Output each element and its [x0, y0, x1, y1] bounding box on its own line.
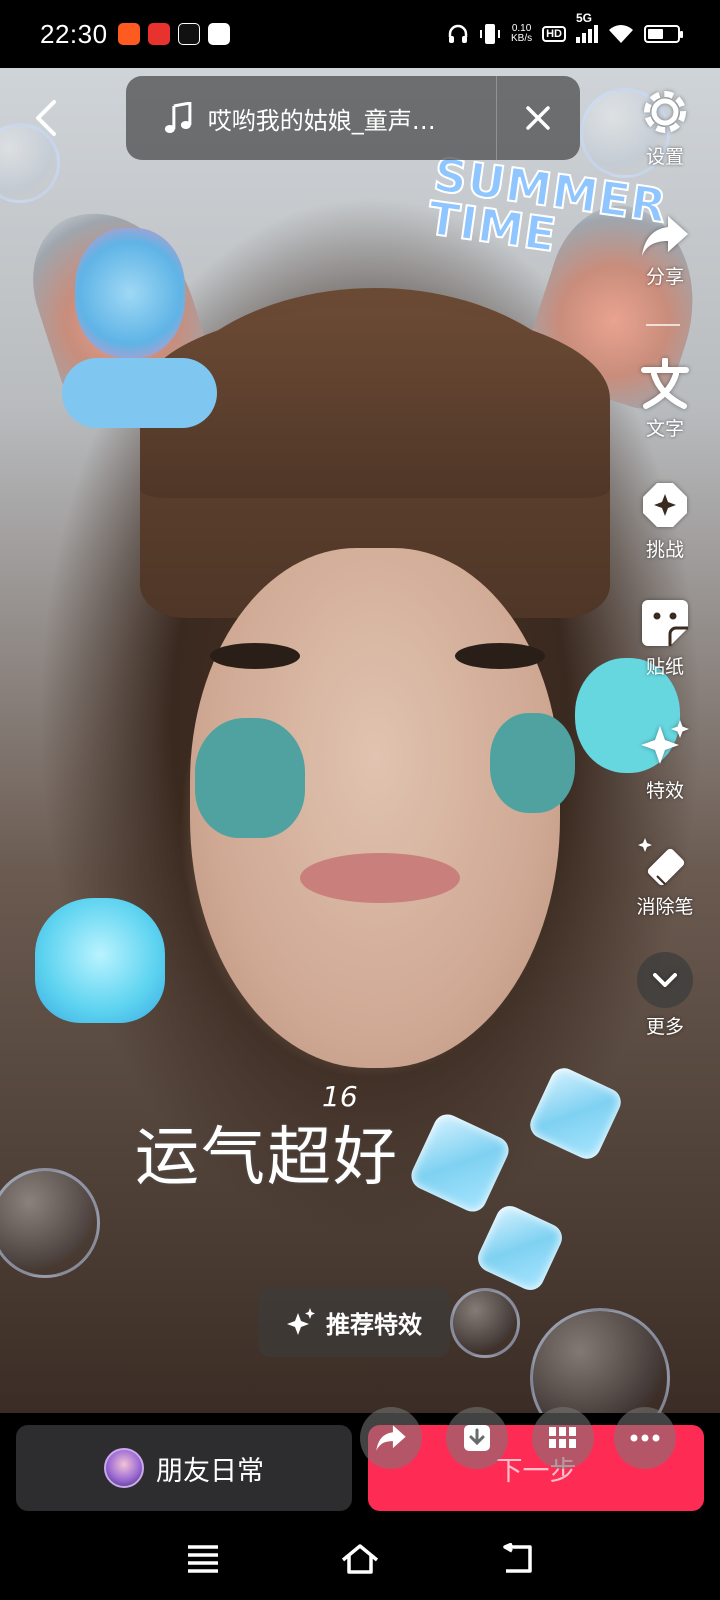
wifi-icon: [609, 25, 633, 43]
more-circle: [637, 952, 693, 1008]
system-navigation-bar: [0, 1543, 720, 1600]
more-button[interactable]: 更多: [610, 952, 720, 1039]
download-icon: [464, 1425, 490, 1451]
clock: 22:30: [40, 18, 108, 49]
blob-sticker: [35, 898, 165, 1023]
sparkle-icon: [287, 1308, 315, 1335]
bubble: [530, 1308, 670, 1413]
effects-button[interactable]: 特效: [610, 718, 720, 803]
lucky-text-sticker: 运气超好: [135, 1121, 399, 1195]
sticker-icon: [642, 600, 688, 646]
lips: [300, 853, 460, 903]
ice-cube: [525, 1063, 626, 1164]
text-icon: [641, 358, 689, 409]
signal-bar: [594, 25, 598, 43]
music-selector[interactable]: 哎哟我的姑娘_童声…: [126, 76, 580, 160]
app-notification-icon: [147, 23, 170, 45]
eraser-button[interactable]: 消除笔: [610, 836, 720, 919]
remove-music-button[interactable]: [497, 76, 580, 160]
sparkle-icon: [641, 720, 689, 764]
friends-daily-label: 朋友日常: [156, 1455, 264, 1487]
menu-nav-icon[interactable]: [186, 1543, 220, 1573]
back-button[interactable]: [28, 98, 68, 138]
share-label: 分享: [645, 266, 684, 288]
friends-daily-button[interactable]: 朋友日常: [16, 1425, 352, 1511]
share-arrow-icon: [376, 1425, 406, 1451]
ice-cube: [406, 1109, 514, 1217]
share-button[interactable]: 分享: [610, 214, 720, 289]
effects-label: 特效: [645, 780, 684, 802]
battery-level: [648, 29, 663, 39]
share-arrow-icon: [642, 216, 688, 256]
music-note-icon: [164, 102, 192, 133]
signal-bar: [576, 37, 580, 43]
network-type: 5G: [576, 11, 593, 25]
signal-bar: [588, 29, 592, 43]
challenge-label: 挑战: [645, 539, 684, 561]
battery-icon: [644, 25, 683, 43]
ellipsis-icon: [630, 1434, 660, 1442]
notification-icons: [117, 23, 230, 45]
hd-badge: HD: [542, 26, 566, 42]
sticker-label: 贴纸: [645, 656, 684, 678]
bubble: [0, 1168, 100, 1278]
chevron-left-icon: [36, 100, 56, 136]
back-nav-icon[interactable]: [500, 1543, 534, 1575]
ice-cube: [473, 1201, 567, 1295]
net-speed: 0.10 KB/s: [511, 24, 532, 44]
more-options-button[interactable]: [614, 1407, 676, 1469]
mascot-sticker-cheek-right: [490, 713, 575, 813]
sticker-button[interactable]: 贴纸: [610, 598, 720, 679]
text-button[interactable]: 文字: [610, 358, 720, 441]
grid-apps-button[interactable]: [532, 1407, 594, 1469]
eye-right: [455, 643, 545, 669]
toolbar-divider: [646, 324, 680, 326]
status-bar: 22:30 0.10 KB/s HD 5G: [0, 0, 720, 68]
recommend-effects-label: 推荐特效: [326, 1310, 422, 1339]
tiktok-notification-icon: [177, 23, 200, 45]
mail-notification-icon: [207, 23, 230, 45]
chevron-down-icon: [653, 973, 677, 987]
grid-icon: [549, 1427, 576, 1448]
headphones-icon: [448, 24, 468, 43]
signal-bar: [582, 33, 586, 43]
gear-icon: [644, 91, 686, 133]
app-notification-icon: [117, 23, 140, 45]
settings-button[interactable]: 设置: [610, 86, 720, 169]
character-sticker: [75, 228, 185, 358]
close-icon: [526, 106, 551, 130]
bottom-bar: 朋友日常 下一步: [0, 1407, 720, 1600]
avatar: [104, 1448, 144, 1488]
vibrate-icon: [479, 24, 500, 44]
music-title: 哎哟我的姑娘_童声…: [207, 106, 436, 135]
download-button[interactable]: [446, 1407, 508, 1469]
eye-left: [210, 643, 300, 669]
status-indicators: 0.10 KB/s HD 5G: [447, 11, 683, 46]
cloud-sticker: [62, 358, 217, 428]
home-nav-icon[interactable]: [340, 1543, 380, 1575]
eraser-icon: [638, 838, 685, 886]
bubble: [450, 1288, 520, 1358]
quick-share-button[interactable]: [360, 1407, 422, 1469]
more-label: 更多: [645, 1016, 684, 1038]
challenge-button[interactable]: 挑战: [610, 479, 720, 562]
text-label: 文字: [645, 418, 684, 440]
recommend-effects-button[interactable]: 推荐特效: [258, 1287, 450, 1357]
eraser-label: 消除笔: [636, 896, 694, 918]
cell-signal: 5G: [576, 11, 598, 43]
settings-label: 设置: [645, 146, 684, 168]
net-speed-unit: KB/s: [510, 33, 533, 44]
mascot-sticker-cheek-left: [195, 718, 305, 838]
challenge-icon: [643, 483, 687, 527]
